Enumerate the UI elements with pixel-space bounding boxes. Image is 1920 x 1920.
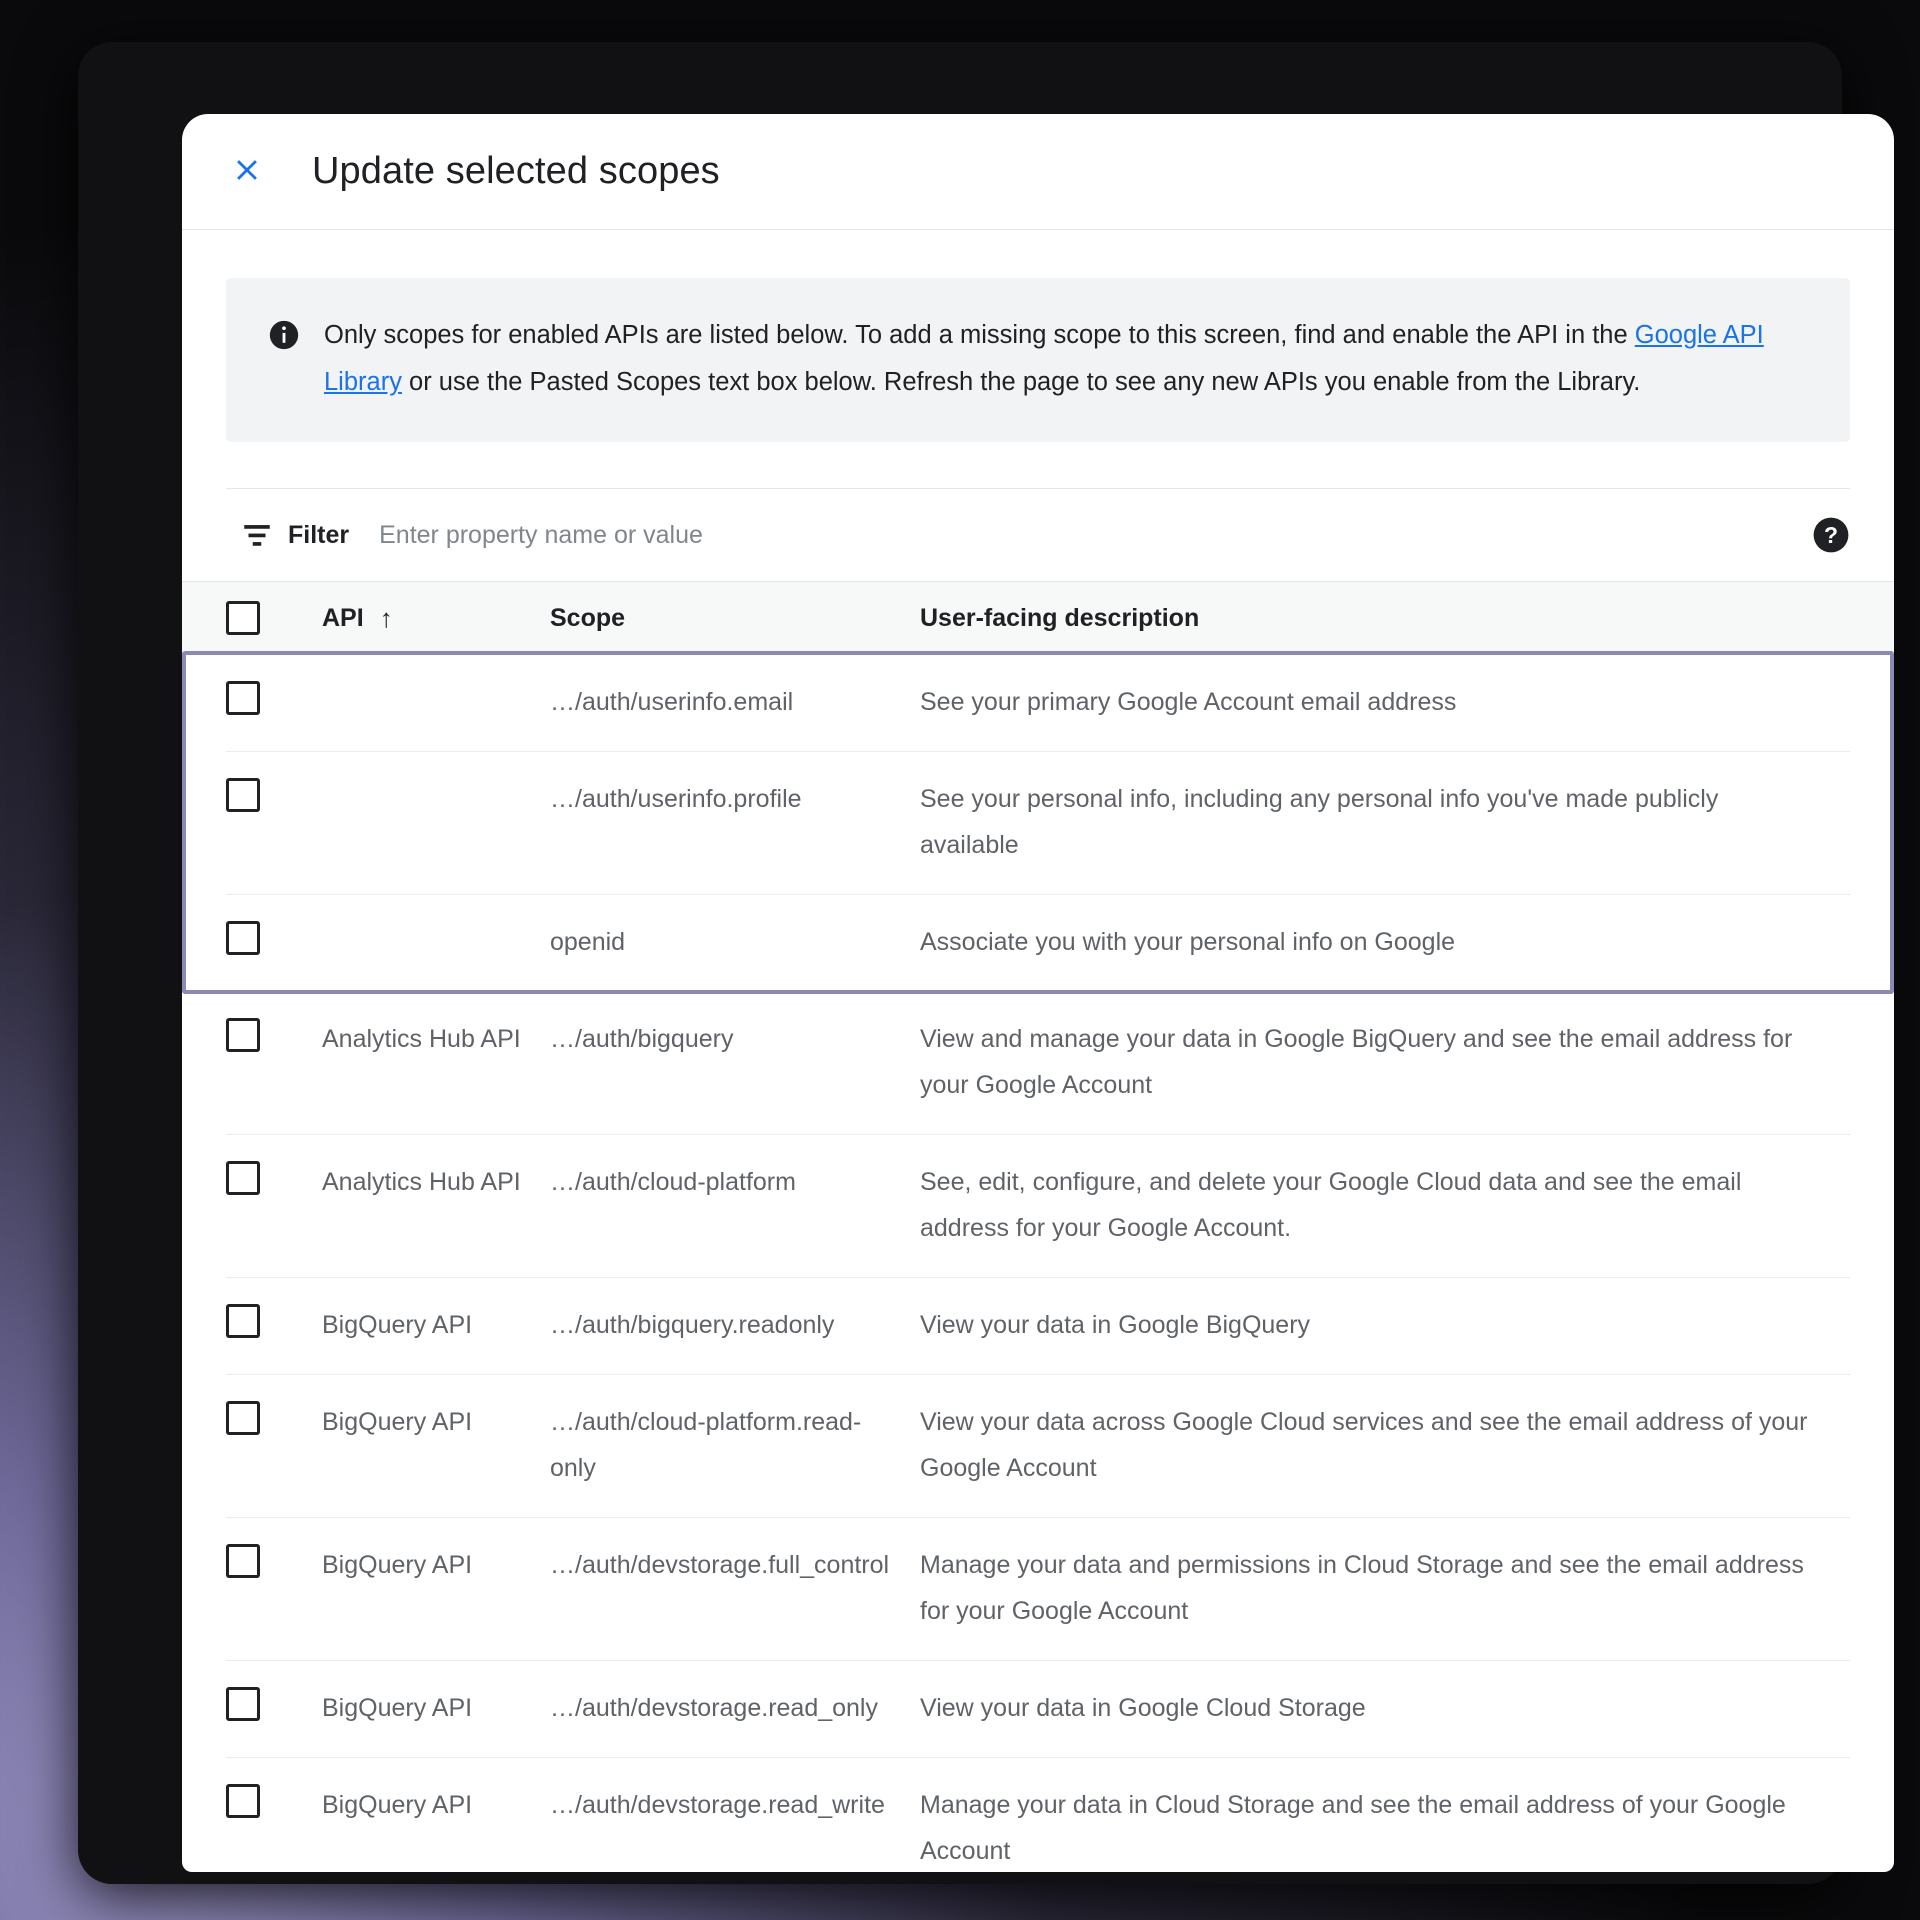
row-select-cell [226,1399,322,1435]
table-row[interactable]: openid Associate you with your personal i… [226,895,1850,992]
row-checkbox[interactable] [226,681,260,715]
row-checkbox[interactable] [226,1687,260,1721]
column-header-scope-label: Scope [550,603,626,632]
cell-api: BigQuery API [322,1311,473,1339]
cell-scope: openid [550,928,626,956]
column-header-description[interactable]: User-facing description [920,604,1894,633]
filter-bar: Filter ? [182,489,1894,581]
cell-description: View your data in Google BigQuery [920,1311,1311,1339]
cell-description: View and manage your data in Google BigQ… [920,1025,1793,1099]
table-row[interactable]: BigQuery API …/auth/cloud-platform.read-o… [226,1375,1850,1518]
update-scopes-dialog: Update selected scopes Only scopes for e… [182,114,1894,1872]
row-select-cell [226,1542,322,1578]
cell-scope: …/auth/cloud-platform.read-only [550,1408,862,1482]
table-row[interactable]: Analytics Hub API …/auth/bigquery View and… [226,992,1850,1135]
info-banner-text-before: Only scopes for enabled APIs are listed … [324,321,1635,349]
sort-ascending-icon: ↑ [379,602,393,633]
close-button[interactable] [218,143,276,201]
row-select-cell [226,776,322,812]
table-row[interactable]: …/auth/userinfo.profile See your personal… [226,752,1850,895]
row-checkbox[interactable] [226,1304,260,1338]
cell-description: See, edit, configure, and delete your Go… [920,1168,1742,1242]
info-icon [256,312,312,406]
table-row[interactable]: BigQuery API …/auth/devstorage.read_only V… [226,1661,1850,1758]
cell-scope: …/auth/bigquery.readonly [550,1311,835,1339]
close-icon [230,153,264,190]
cell-api: BigQuery API [322,1694,473,1722]
scopes-table: API ↑ Scope User-facing description …/au… [182,581,1894,1872]
cell-description: Manage your data and permissions in Clou… [920,1551,1804,1625]
row-checkbox[interactable] [226,1784,260,1818]
cell-scope: …/auth/devstorage.read_only [550,1694,878,1722]
cell-scope: …/auth/userinfo.profile [550,785,802,813]
table-header-row: API ↑ Scope User-facing description [182,581,1894,655]
cell-description: View your data across Google Cloud servi… [920,1408,1808,1482]
row-checkbox[interactable] [226,1161,260,1195]
cell-api: Analytics Hub API [322,1168,521,1196]
help-icon[interactable]: ? [1812,516,1850,554]
row-select-cell [226,1782,322,1818]
row-select-cell [226,1159,322,1195]
table-body: …/auth/userinfo.email See your primary Go… [182,651,1894,1872]
row-select-cell [226,679,322,715]
table-row[interactable]: …/auth/userinfo.email See your primary Go… [226,655,1850,752]
cell-scope: …/auth/bigquery [550,1025,734,1053]
info-banner-text: Only scopes for enabled APIs are listed … [312,312,1812,406]
row-checkbox[interactable] [226,1018,260,1052]
row-checkbox[interactable] [226,1544,260,1578]
column-header-description-label: User-facing description [920,603,1200,632]
cell-description: Manage your data in Cloud Storage and se… [920,1791,1786,1865]
cell-api: BigQuery API [322,1408,473,1436]
dialog-header: Update selected scopes [182,114,1894,230]
table-row[interactable]: BigQuery API …/auth/devstorage.read_write… [226,1758,1850,1872]
cell-scope: …/auth/cloud-platform [550,1168,796,1196]
cell-description: Associate you with your personal info on… [920,928,1456,956]
select-all-checkbox[interactable] [226,601,260,635]
row-checkbox[interactable] [226,1401,260,1435]
info-banner-container: Only scopes for enabled APIs are listed … [182,230,1894,442]
cell-description: See your personal info, including any pe… [920,785,1719,859]
filter-input[interactable] [379,520,1812,550]
row-select-cell [226,1302,322,1338]
cell-api: BigQuery API [322,1551,473,1579]
filter-icon[interactable] [240,518,274,552]
info-banner-text-after: or use the Pasted Scopes text box below.… [401,368,1641,396]
dialog-title: Update selected scopes [312,150,720,192]
column-header-api[interactable]: API ↑ [322,603,550,634]
cell-scope: …/auth/devstorage.full_control [550,1551,890,1579]
cell-api: BigQuery API [322,1791,473,1819]
cell-description: See your primary Google Account email ad… [920,688,1457,716]
column-header-scope[interactable]: Scope [550,604,920,633]
svg-text:?: ? [1824,522,1838,548]
filter-label: Filter [288,520,350,549]
info-banner: Only scopes for enabled APIs are listed … [226,278,1850,442]
row-checkbox[interactable] [226,921,260,955]
row-select-cell [226,1016,322,1052]
row-select-cell [226,1685,322,1721]
column-header-api-label: API [322,603,364,632]
cell-description: View your data in Google Cloud Storage [920,1694,1366,1722]
dialog-frame: Update selected scopes Only scopes for e… [78,42,1894,1884]
row-checkbox[interactable] [226,778,260,812]
cell-api: Analytics Hub API [322,1025,521,1053]
cell-scope: …/auth/devstorage.read_write [550,1791,885,1819]
cell-scope: …/auth/userinfo.email [550,688,794,716]
table-row[interactable]: BigQuery API …/auth/bigquery.readonly View… [226,1278,1850,1375]
row-select-cell [226,919,322,955]
table-row[interactable]: Analytics Hub API …/auth/cloud-platform Se… [226,1135,1850,1278]
table-row[interactable]: BigQuery API …/auth/devstorage.full_contr… [226,1518,1850,1661]
select-all-cell [226,601,322,635]
